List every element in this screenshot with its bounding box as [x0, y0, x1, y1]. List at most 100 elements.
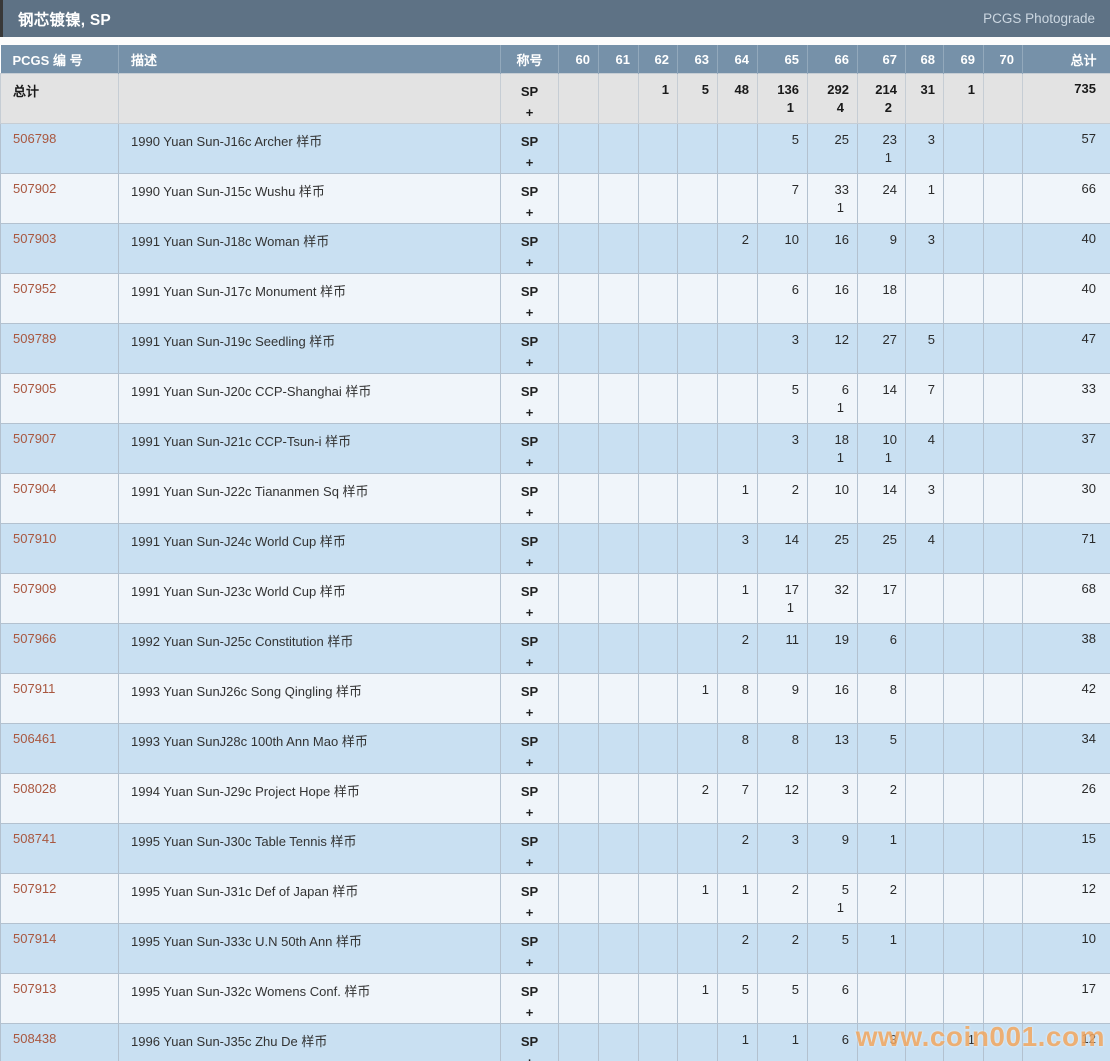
pcgs-number-link[interactable]: 507911 — [13, 681, 55, 696]
designation-sp: SP — [520, 534, 539, 549]
pcgs-number-link[interactable]: 507913 — [13, 981, 56, 996]
sp-count: 1 — [701, 682, 709, 697]
designation-cell: SP + — [500, 723, 559, 774]
grade-cell-67 — [857, 973, 906, 1024]
grade-cell-63 — [677, 523, 718, 574]
designation-plus: + — [525, 505, 534, 520]
sp-count: 2 — [741, 932, 749, 947]
sp-plus-count: 1 — [786, 100, 794, 115]
pcgs-number-link[interactable]: 507902 — [13, 181, 56, 196]
col-header-grade-67: 67 — [857, 45, 906, 74]
grade-cell-64: 7 — [717, 773, 758, 824]
grade-cell-64: 1 — [717, 473, 758, 524]
designation-plus: + — [525, 1005, 534, 1020]
sp-count: 5 — [741, 982, 749, 997]
grade-cell-66: 61 — [807, 373, 858, 424]
pcgs-number-link[interactable]: 508741 — [13, 831, 56, 846]
sp-count: 10 — [784, 232, 799, 247]
grade-cell-69 — [943, 873, 984, 924]
row-total-cell: 34 — [1022, 723, 1110, 774]
grade-cell-67: 2 — [857, 773, 906, 824]
designation-plus: + — [525, 855, 534, 870]
designation-plus: + — [525, 805, 534, 820]
pcgs-number-link[interactable]: 507910 — [13, 531, 56, 546]
sp-count: 25 — [834, 132, 849, 147]
pcgs-number-link[interactable]: 507952 — [13, 281, 56, 296]
photograde-link[interactable]: PCGS Photograde — [983, 11, 1095, 26]
designation-plus: + — [525, 455, 534, 470]
sp-count: 13 — [834, 732, 849, 747]
grade-cell-62 — [638, 523, 678, 574]
grade-cell-64: 1 — [717, 1023, 758, 1061]
sp-count: 8 — [741, 682, 749, 697]
designation-cell: SP + — [500, 523, 559, 574]
sp-count: 1 — [889, 932, 897, 947]
sp-count: 7 — [927, 382, 935, 397]
grade-cell-69 — [943, 923, 984, 974]
grade-cell-62 — [638, 923, 678, 974]
grade-cell-70 — [983, 573, 1023, 624]
grade-cell-63: 2 — [677, 773, 718, 824]
sp-count: 1 — [661, 82, 669, 97]
col-header-total: 总计 — [1022, 45, 1110, 74]
designation-plus: + — [525, 705, 534, 720]
grade-cell-65: 9 — [757, 673, 808, 724]
table-row: 507912 1995 Yuan Sun-J31c Def of Japan 样币… — [0, 873, 1110, 924]
description-cell: 1991 Yuan Sun-J23c World Cup 样币 — [118, 573, 501, 624]
table-row: 506461 1993 Yuan SunJ28c 100th Ann Mao 样币… — [0, 723, 1110, 774]
designation-cell: SP + — [500, 773, 559, 824]
sp-count: 32 — [834, 582, 849, 597]
designation-cell: SP + — [500, 823, 559, 874]
col-header-grade-65: 65 — [757, 45, 808, 74]
pcgs-number-link[interactable]: 506798 — [13, 131, 56, 146]
row-total-cell: 40 — [1022, 273, 1110, 324]
pcgs-number-link[interactable]: 507909 — [13, 581, 56, 596]
page-title: 钢芯镀镍, SP — [18, 11, 111, 29]
pcgs-number-link[interactable]: 507907 — [13, 431, 56, 446]
grade-cell-68: 7 — [905, 373, 944, 424]
pcgs-number-link[interactable]: 506461 — [13, 731, 56, 746]
grade-cell-68 — [905, 823, 944, 874]
grade-cell-65: 3 — [757, 823, 808, 874]
row-total-cell: 40 — [1022, 223, 1110, 274]
designation-cell: SP + — [500, 1023, 559, 1061]
pcgs-number-cell: 507913 — [0, 973, 119, 1024]
designation-cell: SP + — [500, 373, 559, 424]
row-total-cell: 12 — [1022, 1023, 1110, 1061]
pcgs-number-link[interactable]: 508028 — [13, 781, 56, 796]
grade-cell-66: 16 — [807, 673, 858, 724]
pcgs-number-link[interactable]: 507966 — [13, 631, 56, 646]
pcgs-number-link[interactable]: 509789 — [13, 331, 56, 346]
sp-count: 2 — [741, 832, 749, 847]
sp-count: 3 — [889, 1032, 897, 1047]
pcgs-number-link[interactable]: 507905 — [13, 381, 56, 396]
grade-cell-66: 33 1 — [807, 173, 858, 224]
pcgs-number-link[interactable]: 507912 — [13, 881, 56, 896]
grade-cell-65: 2 — [757, 473, 808, 524]
grade-cell-63: 1 — [677, 973, 718, 1024]
grade-cell-69 — [943, 773, 984, 824]
sp-count: 16 — [834, 682, 849, 697]
grade-cell-62: 1 — [638, 73, 678, 124]
grade-cell-67: 27 — [857, 323, 906, 374]
designation-cell: SP + — [500, 73, 559, 124]
description-cell: 1991 Yuan Sun-J21c CCP-Tsun-i 样币 — [118, 423, 501, 474]
sp-count: 18 — [834, 432, 849, 447]
pcgs-number-link[interactable]: 507914 — [13, 931, 56, 946]
pcgs-number-link[interactable]: 507904 — [13, 481, 56, 496]
description-cell: 1990 Yuan Sun-J15c Wushu 样币 — [118, 173, 501, 224]
grade-cell-66: 25 — [807, 123, 858, 174]
sp-plus-count: 2 — [884, 100, 892, 115]
pcgs-number-cell: 507911 — [0, 673, 119, 724]
sp-count: 24 — [882, 182, 897, 197]
grade-cell-70 — [983, 73, 1023, 124]
grade-cell-64: 5 — [717, 973, 758, 1024]
grade-cell-62 — [638, 373, 678, 424]
description-cell: 1993 Yuan SunJ26c Song Qingling 样币 — [118, 673, 501, 724]
pcgs-number-link[interactable]: 508438 — [13, 1031, 56, 1046]
grade-cell-68 — [905, 973, 944, 1024]
pcgs-number-link[interactable]: 507903 — [13, 231, 56, 246]
sp-count: 8 — [791, 732, 799, 747]
grade-cell-67: 9 — [857, 223, 906, 274]
grade-cell-63 — [677, 923, 718, 974]
